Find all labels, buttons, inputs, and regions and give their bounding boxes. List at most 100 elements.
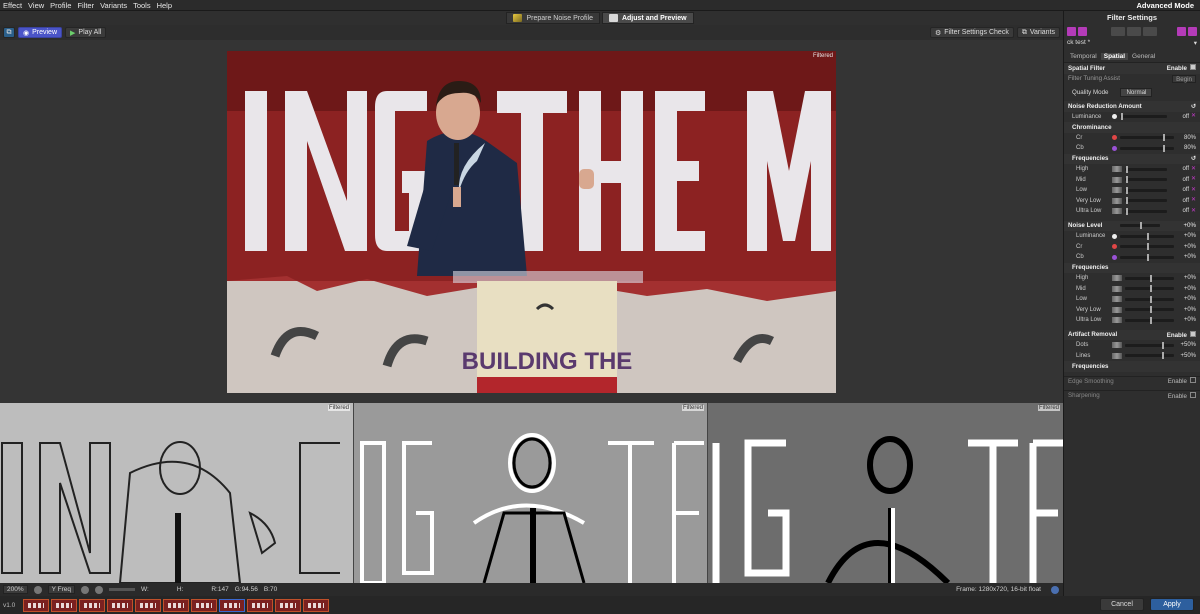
brightness-icon[interactable]	[95, 585, 104, 594]
row-value: off	[1182, 113, 1189, 120]
filmstrip-frame[interactable]	[191, 598, 218, 612]
nl-cb-slider[interactable]	[1120, 253, 1174, 261]
filmstrip-frame[interactable]	[135, 598, 162, 612]
frequency-slider[interactable]	[1125, 306, 1174, 314]
row-label: Dots	[1076, 342, 1089, 349]
artifact-frequencies-header[interactable]: Frequencies	[1064, 361, 1200, 372]
frequency-slider[interactable]	[1125, 274, 1174, 282]
marker-icon: ✕	[1191, 176, 1197, 183]
menu-help[interactable]: Help	[154, 1, 175, 10]
menu-profile[interactable]: Profile	[47, 1, 74, 10]
menu-filter[interactable]: Filter	[74, 1, 97, 10]
zoom-select[interactable]: 200%	[3, 585, 28, 594]
frequency-preview-3[interactable]: Filtered	[708, 403, 1063, 583]
preset-load-icon[interactable]	[1067, 26, 1076, 36]
brightness-slider[interactable]	[109, 588, 136, 591]
frequency-slider[interactable]	[1125, 207, 1167, 215]
nr-cb-slider[interactable]	[1120, 144, 1174, 152]
dots-slider[interactable]	[1125, 341, 1174, 349]
frequency-slider[interactable]	[1125, 186, 1167, 194]
noise-reduction-frequency-row: Very Low off ✕	[1064, 196, 1200, 207]
sharpening-enable-checkbox[interactable]	[1190, 391, 1196, 398]
edge-enable-checkbox[interactable]	[1190, 377, 1196, 384]
mode-label: Advanced Mode	[1136, 1, 1194, 10]
row-label: Very Low	[1076, 306, 1101, 313]
play-all-button[interactable]: ▶ Play All	[65, 27, 107, 38]
frequency-slider[interactable]	[1125, 197, 1167, 205]
filter-settings-check-button[interactable]: ⚙ Filter Settings Check	[929, 27, 1014, 38]
main-preview-area[interactable]: BUILDING THE Filtered	[0, 40, 1063, 403]
filmstrip-frame[interactable]	[247, 598, 274, 612]
tab-temporal[interactable]: Temporal	[1067, 53, 1100, 60]
tab-adjust-and-preview[interactable]: Adjust and Preview	[601, 12, 694, 24]
cancel-button[interactable]: Cancel	[1100, 598, 1144, 611]
row-value: off	[1182, 187, 1189, 194]
spatial-enable-checkbox[interactable]	[1190, 64, 1196, 71]
reset-icon[interactable]: ↺	[1191, 155, 1196, 162]
noise-reduction-frequency-row: Low off ✕	[1064, 185, 1200, 196]
frequency-slider[interactable]	[1125, 316, 1174, 324]
filmstrip-frame[interactable]	[163, 598, 190, 612]
filmstrip-frame[interactable]	[107, 598, 134, 612]
filter-settings-panel: Filter Settings ck test * ▾ Temporal Spa…	[1063, 11, 1200, 596]
preset-action-icon[interactable]	[1127, 26, 1141, 36]
width-label: W:	[141, 586, 149, 593]
frequency-slider[interactable]	[1125, 176, 1167, 184]
tab-general[interactable]: General	[1129, 53, 1158, 60]
frequency-preview-1[interactable]: Filtered	[0, 403, 354, 583]
channel-select[interactable]: Y Freq	[47, 585, 76, 594]
overlay-icon[interactable]	[81, 585, 90, 594]
preset-action-icon[interactable]	[1143, 26, 1157, 36]
frequency-slider[interactable]	[1125, 165, 1167, 173]
tab-spatial[interactable]: Spatial	[1100, 53, 1129, 60]
preset-compare-icon[interactable]	[1177, 26, 1186, 36]
preset-delete-icon[interactable]	[1188, 26, 1197, 36]
artifact-removal-header: Artifact Removal Enable	[1064, 329, 1200, 340]
nl-luminance-slider[interactable]	[1120, 232, 1174, 240]
frequency-swatch-icon	[1112, 166, 1122, 173]
filtered-flag: Filtered	[1037, 405, 1060, 411]
filmstrip-frame[interactable]	[51, 598, 78, 612]
version-label: v1.0	[3, 601, 16, 609]
menu-effect[interactable]: Effect	[0, 1, 25, 10]
info-icon[interactable]	[1051, 585, 1059, 594]
preset-select[interactable]: ck test * ▾	[1067, 39, 1197, 49]
frequency-preview-2[interactable]: Filtered	[354, 403, 708, 583]
filmstrip-frame[interactable]	[303, 598, 330, 612]
nl-luminance-row: Luminance +0%	[1064, 231, 1200, 242]
reset-icon[interactable]: ↺	[1191, 103, 1196, 110]
filmstrip-frame[interactable]	[275, 598, 302, 612]
filmstrip-frame[interactable]	[79, 598, 106, 612]
tab-prepare-noise-profile[interactable]: Prepare Noise Profile	[506, 12, 600, 24]
quality-select[interactable]: Normal	[1120, 88, 1153, 97]
frequency-slider[interactable]	[1125, 295, 1174, 303]
menu-view[interactable]: View	[25, 1, 47, 10]
filmstrip-frame[interactable]	[23, 598, 50, 612]
preview-button[interactable]: ◉ Preview	[18, 27, 63, 38]
marker-icon: ✕	[1191, 186, 1197, 193]
noise-level-slider[interactable]	[1119, 222, 1160, 230]
lines-slider[interactable]	[1125, 352, 1174, 360]
apply-button[interactable]: Apply	[1150, 598, 1194, 611]
preview-frame[interactable]: BUILDING THE Filtered	[227, 51, 836, 393]
artifact-enable-checkbox[interactable]	[1190, 330, 1196, 337]
variants-button[interactable]: ⧉ Variants	[1016, 27, 1060, 38]
nr-cr-slider[interactable]	[1120, 134, 1174, 142]
quality-mode-row: Quality Mode Normal	[1064, 84, 1200, 101]
menu-tools[interactable]: Tools	[130, 1, 154, 10]
nr-luminance-slider[interactable]	[1120, 113, 1167, 121]
preset-save-icon[interactable]	[1078, 26, 1087, 36]
menu-bar: Effect View Profile Filter Variants Tool…	[0, 0, 1200, 11]
row-value: +0%	[1183, 296, 1196, 303]
compare-toggle-button[interactable]: ⧉	[3, 27, 15, 38]
filmstrip-frame[interactable]	[219, 598, 246, 612]
begin-button[interactable]: Begin	[1172, 74, 1196, 83]
preset-name: ck test *	[1067, 39, 1091, 46]
frequency-slider[interactable]	[1125, 285, 1174, 293]
luminance-dot-icon	[1112, 114, 1117, 120]
nl-cr-slider[interactable]	[1120, 243, 1174, 251]
row-value: off	[1182, 176, 1189, 183]
menu-variants[interactable]: Variants	[97, 1, 130, 10]
preset-action-icon[interactable]	[1111, 26, 1125, 36]
zoom-icon[interactable]	[33, 585, 42, 594]
